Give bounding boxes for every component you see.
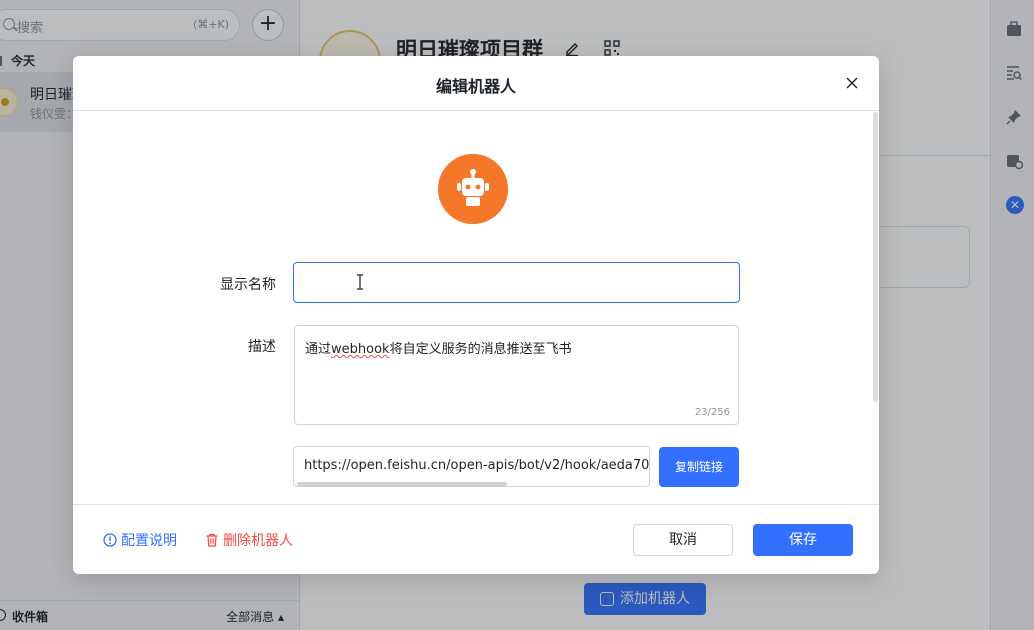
text-cursor-icon xyxy=(357,274,363,290)
dialog-title: 编辑机器人 xyxy=(435,77,516,96)
cancel-button[interactable]: 取消 xyxy=(633,524,733,556)
edit-bot-dialog: 编辑机器人 显示名称 描述 通过webhook将自定义服务的消息推送至飞书 23… xyxy=(73,56,879,574)
save-button[interactable]: 保存 xyxy=(753,524,853,556)
info-icon xyxy=(103,533,117,547)
close-icon[interactable] xyxy=(841,72,863,94)
webhook-scrollbar[interactable] xyxy=(297,482,507,486)
description-text-part: 将自定义服务的消息推送至飞书 xyxy=(389,342,572,357)
robot-icon[interactable] xyxy=(438,154,508,224)
char-count: 23/256 xyxy=(694,407,730,418)
dialog-scrollbar[interactable] xyxy=(873,112,878,402)
trash-icon xyxy=(206,533,218,547)
dialog-header: 编辑机器人 xyxy=(73,56,879,111)
webhook-url-field[interactable]: https://open.feishu.cn/open-apis/bot/v2/… xyxy=(293,446,650,487)
webhook-url: https://open.feishu.cn/open-apis/bot/v2/… xyxy=(304,458,650,473)
dialog-footer: 配置说明 删除机器人 取消 保存 xyxy=(73,504,879,574)
display-name-input[interactable] xyxy=(293,262,740,303)
delete-bot-link[interactable]: 删除机器人 xyxy=(205,530,293,550)
description-label: 描述 xyxy=(248,339,276,355)
description-text: 通过webhook将自定义服务的消息推送至飞书 xyxy=(305,338,572,357)
description-text-part: 通过 xyxy=(305,342,332,357)
copy-link-button[interactable]: 复制链接 xyxy=(659,447,739,487)
delete-bot-label: 删除机器人 xyxy=(223,533,293,549)
name-label: 显示名称 xyxy=(220,277,276,293)
description-textarea[interactable]: 通过webhook将自定义服务的消息推送至飞书 23/256 xyxy=(294,325,739,425)
config-guide-link[interactable]: 配置说明 xyxy=(103,530,177,550)
config-guide-label: 配置说明 xyxy=(121,533,177,549)
description-spellcheck-word: webhook xyxy=(331,342,390,357)
